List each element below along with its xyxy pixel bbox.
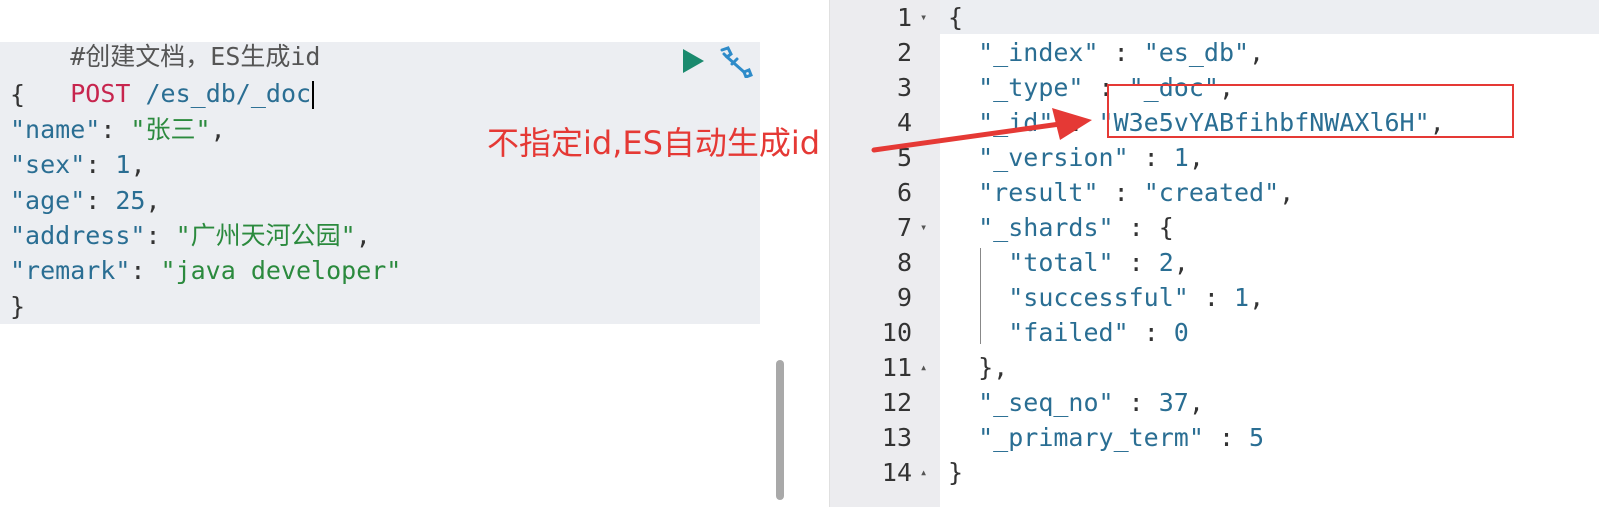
annotation-arrow-icon: [871, 108, 1092, 153]
line-number: 9: [896, 283, 912, 312]
response-line: }: [948, 458, 964, 487]
fold-open-icon[interactable]: ▾: [920, 0, 927, 35]
annotation-label: 不指定id,ES自动生成id: [487, 124, 821, 162]
response-line: "_index" : "es_db",: [978, 38, 1265, 67]
body-line[interactable]: "address": "广州天河公园",: [10, 219, 371, 253]
wrench-icon[interactable]: [716, 44, 754, 78]
http-method: POST: [70, 79, 131, 108]
request-comment: #创建文档，ES生成id: [10, 6, 320, 71]
line-number: 10: [881, 318, 912, 347]
body-line[interactable]: "remark": "java developer": [10, 254, 401, 288]
response-line: "total" : 2,: [1008, 248, 1189, 277]
response-line: "_seq_no" : 37,: [978, 388, 1204, 417]
active-line-highlight: [940, 0, 1599, 34]
text-cursor: [312, 81, 315, 109]
response-line: "failed" : 0: [1008, 318, 1189, 347]
body-line[interactable]: "name": "张三",: [10, 113, 226, 147]
body-line[interactable]: {: [10, 78, 25, 112]
line-number: 6: [896, 178, 912, 207]
line-number: 2: [896, 38, 912, 67]
play-icon[interactable]: [680, 48, 706, 74]
line-number: 12: [881, 388, 912, 417]
line-number: 11: [881, 353, 912, 382]
response-line: {: [948, 3, 964, 32]
response-line: "result" : "created",: [978, 178, 1295, 207]
response-line: "_primary_term" : 5: [978, 423, 1265, 452]
fold-close-icon[interactable]: ▴: [920, 455, 927, 490]
line-number: 1: [896, 3, 912, 32]
line-number: 14: [881, 458, 912, 487]
request-editor[interactable]: #创建文档，ES生成id POST /es_db/_doc { "name": …: [0, 0, 784, 507]
body-line[interactable]: "sex": 1,: [10, 148, 146, 182]
response-line: },: [978, 353, 1009, 382]
line-number: 13: [881, 423, 912, 452]
indent-guide: [980, 248, 981, 344]
request-line[interactable]: POST /es_db/_doc: [10, 43, 315, 109]
response-line: "_shards" : {: [978, 213, 1174, 242]
editor-scrollbar[interactable]: [776, 360, 784, 500]
fold-open-icon[interactable]: ▾: [920, 210, 927, 245]
request-path: /es_db/_doc: [145, 79, 312, 108]
body-line[interactable]: }: [10, 290, 25, 324]
id-highlight-box: [1107, 84, 1514, 138]
line-number: 7: [896, 213, 912, 242]
response-line: "successful" : 1,: [1008, 283, 1265, 312]
body-line[interactable]: "age": 25,: [10, 184, 161, 218]
fold-close-icon[interactable]: ▴: [920, 350, 927, 385]
line-number: 8: [896, 248, 912, 277]
response-viewer: 1 ▾ 2 3 4 5 6 7 ▾ 8 9 10 11 ▴ 12 13 14 ▴ { "…: [829, 0, 1599, 507]
